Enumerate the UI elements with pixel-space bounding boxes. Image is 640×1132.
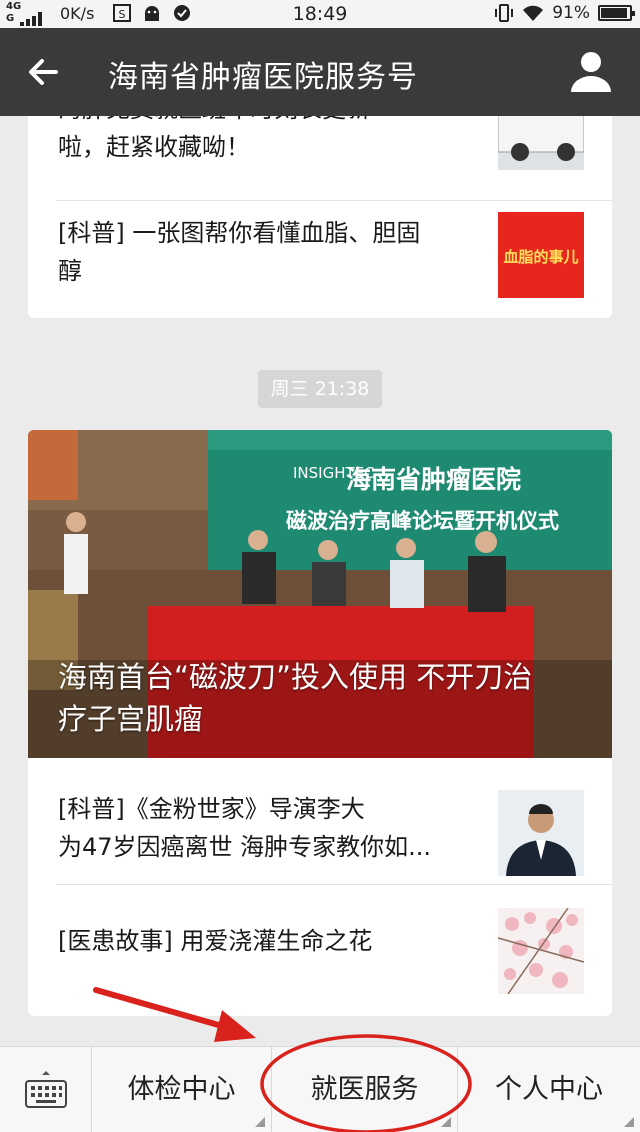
svg-text:磁波治疗高峰论坛暨开机仪式: 磁波治疗高峰论坛暨开机仪式 <box>286 509 559 533</box>
article-thumbnail <box>498 790 584 876</box>
person-icon[interactable] <box>568 48 614 94</box>
hero-article[interactable]: INSIGHTEC 海南省肿瘤医院 磁波治疗高峰论坛暨开机仪式 海南首台“磁波刀… <box>28 430 612 758</box>
article-card: INSIGHTEC 海南省肿瘤医院 磁波治疗高峰论坛暨开机仪式 海南首台“磁波刀… <box>28 430 612 1016</box>
article-thumbnail: 血脂的事儿 <box>498 212 584 298</box>
article-item[interactable]: [医患故事] 用爱浇灌生命之花 <box>28 884 612 1016</box>
article-item[interactable]: 海肿免费就医班车时刻表更新 啦，赶紧收藏呦！ <box>28 116 612 200</box>
keyboard-icon <box>25 1071 67 1108</box>
bottom-menu: 体检中心 就医服务 个人中心 <box>0 1046 640 1132</box>
hero-caption: 海南首台“磁波刀”投入使用 不开刀治 疗子宫肌瘤 <box>58 660 533 736</box>
status-bar: 4G G 0K/s S 18:49 91% <box>0 0 640 28</box>
status-right: 91% <box>494 3 635 23</box>
svg-text:血脂的事儿: 血脂的事儿 <box>503 248 578 266</box>
app-header: 海南省肿瘤医院服务号 <box>0 28 640 116</box>
wifi-icon <box>523 5 544 21</box>
submenu-indicator-icon <box>441 1117 451 1127</box>
article-title: 海肿免费就医班车时刻表更新 啦，赶紧收藏呦！ <box>58 116 370 161</box>
message-list[interactable]: 海肿免费就医班车时刻表更新 啦，赶紧收藏呦！ [科普] 一张图帮你看懂血脂、胆固… <box>0 116 640 1046</box>
message-timestamp: 周三 21:38 <box>258 370 382 408</box>
article-thumbnail <box>498 116 584 170</box>
menu-label: 体检中心 <box>127 1074 236 1105</box>
battery-percent: 91% <box>552 3 590 23</box>
menu-personal-center[interactable]: 个人中心 <box>458 1047 640 1132</box>
vibrate-icon <box>495 4 514 22</box>
article-title: [科普]《金粉世家》导演李大 为47岁因癌离世 海肿专家教你如... <box>58 795 432 861</box>
keyboard-toggle[interactable] <box>0 1047 92 1132</box>
article-thumbnail <box>498 908 584 994</box>
menu-medical-service[interactable]: 就医服务 <box>272 1047 458 1132</box>
article-title: [医患故事] 用爱浇灌生命之花 <box>58 927 373 955</box>
page-title: 海南省肿瘤医院服务号 <box>108 60 418 95</box>
submenu-indicator-icon <box>624 1117 634 1127</box>
article-item[interactable]: [科普]《金粉世家》导演李大 为47岁因癌离世 海肿专家教你如... <box>28 758 612 884</box>
menu-label: 个人中心 <box>495 1074 603 1105</box>
submenu-indicator-icon <box>255 1117 265 1127</box>
article-card: 海肿免费就医班车时刻表更新 啦，赶紧收藏呦！ [科普] 一张图帮你看懂血脂、胆固… <box>28 116 612 318</box>
article-item[interactable]: [科普] 一张图帮你看懂血脂、胆固 醇 血脂的事儿 <box>28 200 612 318</box>
svg-text:海南省肿瘤医院: 海南省肿瘤医院 <box>346 465 521 494</box>
back-arrow-icon[interactable] <box>22 50 66 94</box>
battery-icon <box>598 5 635 21</box>
article-title: [科普] 一张图帮你看懂血脂、胆固 醇 <box>58 219 421 285</box>
menu-physical-exam-center[interactable]: 体检中心 <box>92 1047 272 1132</box>
menu-label: 就医服务 <box>310 1074 419 1105</box>
